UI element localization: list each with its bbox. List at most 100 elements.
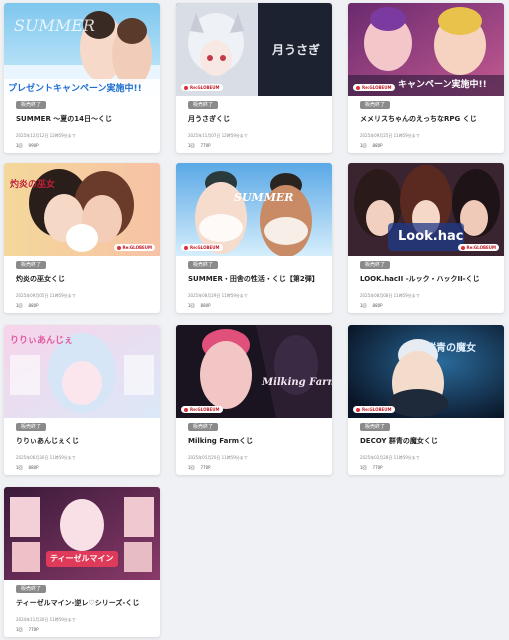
brand-logo: Re:GLOBEUM xyxy=(353,406,395,413)
product-title[interactable]: Milking Farmくじ xyxy=(188,436,253,446)
logo-icon xyxy=(460,245,465,250)
brand-logo: Re:GLOBEUM xyxy=(181,244,223,251)
product-thumbnail: SUMMER プレゼントキャンペーン実施中!! xyxy=(4,3,160,96)
product-thumbnail: 月うさぎ Re:GLOBEUM xyxy=(176,3,332,96)
product-thumbnail: りりぃあんじぇ xyxy=(4,325,160,418)
product-card[interactable]: りりぃあんじぇ 販売終了 りりぃあんじぇくじ 2025年06月30日 11時59… xyxy=(4,325,160,475)
deadline-text: 2025年08月29日 11時59分まで xyxy=(188,293,248,298)
product-thumbnail: 灼炎の巫女 Re:GLOBEUM xyxy=(4,163,160,256)
product-title[interactable]: ティーゼルマイン-逆レ♡シリーズ-くじ xyxy=(16,598,139,608)
logo-icon xyxy=(184,85,188,90)
brand-logo: Re:GLOBEUM xyxy=(181,84,223,91)
product-thumbnail: キャンペーン実施中!! Re:GLOBEUM xyxy=(348,3,504,96)
price-value: 770P xyxy=(28,627,39,632)
logo-icon xyxy=(356,407,360,412)
product-card[interactable]: SUMMER Re:GLOBEUM 販売終了 SUMMER・田舎の性活・くじ【第… xyxy=(176,163,332,313)
price-value: 880P xyxy=(372,303,383,308)
product-title[interactable]: SUMMER 〜夏の14日〜くじ xyxy=(16,114,112,124)
product-card[interactable]: 月うさぎ Re:GLOBEUM 販売終了 月うさぎくじ 2025年11月07日 … xyxy=(176,3,332,153)
logo-text: Re:GLOBEUM xyxy=(466,245,497,250)
logo-text: Re:GLOBEUM xyxy=(190,85,220,90)
status-badge: 販売終了 xyxy=(360,261,391,269)
price-value: 880P xyxy=(372,143,383,148)
product-thumbnail: Milking Farm Re:GLOBEUM xyxy=(176,325,332,418)
unit-label: 1回 xyxy=(360,143,367,148)
product-title[interactable]: LOOK.hacII -ルック・ハックII-くじ xyxy=(360,274,480,284)
price-value: 880P xyxy=(28,303,39,308)
status-badge: 販売終了 xyxy=(188,423,219,431)
price-info: 1回 880P xyxy=(16,465,39,471)
product-card[interactable]: Milking Farm Re:GLOBEUM 販売終了 Milking Far… xyxy=(176,325,332,475)
price-value: 770P xyxy=(200,465,211,470)
product-grid: SUMMER プレゼントキャンペーン実施中!! 販売終了 SUMMER 〜夏の1… xyxy=(0,0,509,640)
banner-text: 月うさぎ xyxy=(272,43,321,57)
status-badge: 販売終了 xyxy=(16,101,47,109)
unit-label: 1回 xyxy=(16,303,23,308)
banner-text: 灼炎の巫女 xyxy=(10,180,56,190)
banner-text: ティーゼルマイン xyxy=(50,554,114,563)
price-info: 1回 880P xyxy=(16,303,39,309)
status-badge: 販売終了 xyxy=(360,101,391,109)
price-value: 990P xyxy=(28,143,39,148)
product-title[interactable]: 灼炎の巫女くじ xyxy=(16,274,65,284)
product-card[interactable]: Look.hac Re:GLOBEUM 販売終了 LOOK.hacII -ルック… xyxy=(348,163,504,313)
price-value: 770P xyxy=(372,465,383,470)
product-card[interactable]: 群青の魔女 Re:GLOBEUM 販売終了 DECOY 群青の魔女くじ 2025… xyxy=(348,325,504,475)
status-badge: 販売終了 xyxy=(16,261,47,269)
price-info: 1回 770P xyxy=(188,143,211,149)
price-info: 1回 770P xyxy=(188,465,211,471)
product-title[interactable]: DECOY 群青の魔女くじ xyxy=(360,436,438,446)
product-card[interactable]: SUMMER プレゼントキャンペーン実施中!! 販売終了 SUMMER 〜夏の1… xyxy=(4,3,160,153)
product-title[interactable]: 月うさぎくじ xyxy=(188,114,230,124)
brand-logo: Re:GLOBEUM xyxy=(457,244,499,251)
product-card[interactable]: 灼炎の巫女 Re:GLOBEUM 販売終了 灼炎の巫女くじ 2025年09月05… xyxy=(4,163,160,313)
unit-label: 1回 xyxy=(16,143,23,148)
logo-text: Re:GLOBEUM xyxy=(122,245,153,250)
unit-label: 1回 xyxy=(16,627,23,632)
product-card[interactable]: キャンペーン実施中!! Re:GLOBEUM 販売終了 メメリスちゃんのえっちな… xyxy=(348,3,504,153)
deadline-text: 2025年05月20日 11時59分まで xyxy=(188,455,248,460)
status-badge: 販売終了 xyxy=(360,423,391,431)
unit-label: 1回 xyxy=(16,465,23,470)
deadline-text: 2024年11月30日 11時59分まで xyxy=(16,617,76,622)
unit-label: 1回 xyxy=(188,303,195,308)
logo-icon xyxy=(184,245,188,250)
deadline-text: 2025年12月12日 12時59分まで xyxy=(16,133,76,138)
product-thumbnail: Look.hac Re:GLOBEUM xyxy=(348,163,504,256)
price-info: 1回 880P xyxy=(360,303,383,309)
unit-label: 1回 xyxy=(360,465,367,470)
unit-label: 1回 xyxy=(360,303,367,308)
product-title[interactable]: SUMMER・田舎の性活・くじ【第2弾】 xyxy=(188,274,319,284)
product-title[interactable]: りりぃあんじぇくじ xyxy=(16,436,79,446)
price-info: 1回 880P xyxy=(360,143,383,149)
logo-icon xyxy=(184,407,188,412)
deadline-text: 2025年09月05日 11時59分まで xyxy=(16,293,76,298)
banner-text: プレゼントキャンペーン実施中!! xyxy=(8,84,142,94)
status-badge: 販売終了 xyxy=(188,261,219,269)
banner-text: Milking Farm xyxy=(262,377,332,388)
status-badge: 販売終了 xyxy=(16,585,47,593)
status-badge: 販売終了 xyxy=(16,423,47,431)
price-value: 880P xyxy=(28,465,39,470)
logo-icon xyxy=(356,85,360,90)
product-title[interactable]: メメリスちゃんのえっちなRPG くじ xyxy=(360,114,477,124)
unit-label: 1回 xyxy=(188,465,195,470)
product-thumbnail: ティーゼルマイン xyxy=(4,487,160,580)
price-info: 1回 880P xyxy=(188,303,211,309)
status-badge: 販売終了 xyxy=(188,101,219,109)
banner-text: キャンペーン実施中!! xyxy=(398,80,487,90)
brand-logo: Re:GLOBEUM xyxy=(353,84,395,91)
deadline-text: 2025年11月07日 12時59分まで xyxy=(188,133,248,138)
brand-logo: Re:GLOBEUM xyxy=(113,244,155,251)
deadline-text: 2025年06月30日 11時59分まで xyxy=(16,455,76,460)
product-card[interactable]: ティーゼルマイン 販売終了 ティーゼルマイン-逆レ♡シリーズ-くじ 2024年1… xyxy=(4,487,160,637)
price-value: 880P xyxy=(200,303,211,308)
banner-text: Look.hac xyxy=(398,229,464,244)
deadline-text: 2025年08月08日 11時59分まで xyxy=(360,293,420,298)
price-info: 1回 990P xyxy=(16,143,39,149)
deadline-text: 2025年02月28日 11時59分まで xyxy=(360,455,420,460)
price-info: 1回 770P xyxy=(16,627,39,633)
banner-text: SUMMER xyxy=(234,191,294,204)
logo-text: Re:GLOBEUM xyxy=(190,245,220,250)
price-info: 1回 770P xyxy=(360,465,383,471)
